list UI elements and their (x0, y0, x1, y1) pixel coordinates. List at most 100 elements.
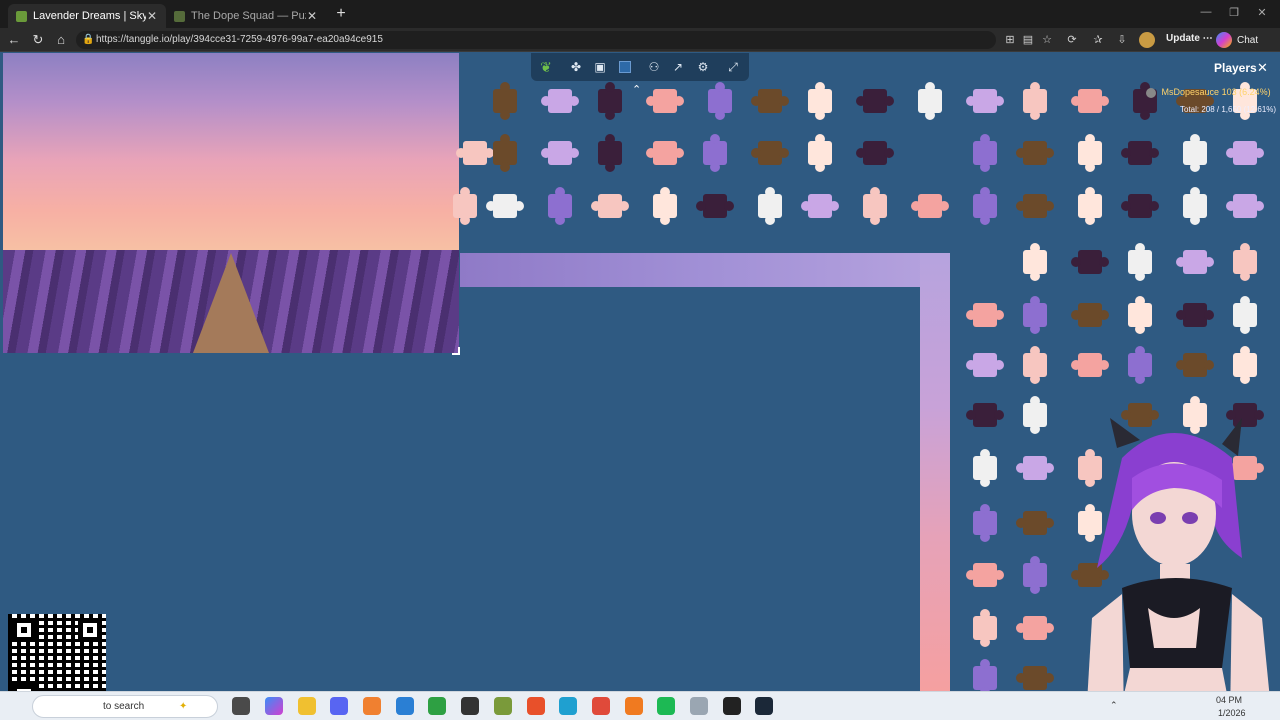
puzzle-piece[interactable] (751, 141, 789, 165)
puzzle-piece[interactable] (1023, 243, 1047, 281)
puzzle-piece[interactable] (1176, 250, 1214, 274)
puzzle-piece[interactable] (1128, 296, 1152, 334)
puzzle-piece[interactable] (1128, 243, 1152, 281)
settings-gear-icon[interactable]: ⚙ (694, 58, 712, 76)
refresh-icon[interactable]: ↻ (30, 32, 46, 48)
extensions-icon[interactable]: ⟳ (1065, 33, 1079, 47)
discord-icon[interactable] (330, 697, 348, 715)
puzzle-piece[interactable] (541, 89, 579, 113)
puzzle-piece[interactable] (1176, 303, 1214, 327)
puzzle-piece[interactable] (653, 187, 677, 225)
favorites-icon[interactable]: ✰ (1091, 33, 1105, 47)
url-field[interactable]: 🔒 https://tanggle.io/play/394cce31-7259-… (76, 31, 996, 49)
puzzle-piece[interactable] (1176, 353, 1214, 377)
close-players-icon[interactable]: ✕ (1257, 60, 1268, 76)
puzzle-piece[interactable] (966, 303, 1004, 327)
puzzle-piece[interactable] (751, 89, 789, 113)
puzzle-piece[interactable] (1078, 134, 1102, 172)
puzzle-piece[interactable] (808, 134, 832, 172)
brave-icon[interactable] (527, 697, 545, 715)
puzzle-piece[interactable] (856, 89, 894, 113)
puzzle-piece[interactable] (541, 141, 579, 165)
puzzle-piece[interactable] (703, 134, 727, 172)
puzzle-piece[interactable] (1121, 194, 1159, 218)
puzzle-piece[interactable] (1016, 666, 1054, 690)
puzzle-piece[interactable] (493, 82, 517, 120)
puzzle-piece[interactable] (973, 449, 997, 487)
puzzle-piece[interactable] (1233, 346, 1257, 384)
puzzle-piece[interactable] (1016, 616, 1054, 640)
puzzle-piece[interactable] (1071, 303, 1109, 327)
assembled-right-border[interactable] (920, 253, 950, 691)
puzzle-piece[interactable] (973, 187, 997, 225)
background-color-icon[interactable] (619, 61, 631, 73)
puzzle-piece[interactable] (801, 194, 839, 218)
puzzle-piece[interactable] (646, 89, 684, 113)
puzzle-piece[interactable] (598, 134, 622, 172)
players-icon[interactable]: ⚇ (645, 58, 663, 76)
edge-icon[interactable] (559, 697, 577, 715)
back-icon[interactable]: ← (6, 32, 22, 48)
puzzle-piece[interactable] (1071, 353, 1109, 377)
puzzle-piece[interactable] (856, 141, 894, 165)
task-view-icon[interactable] (232, 697, 250, 715)
firefox-icon[interactable] (625, 697, 643, 715)
puzzle-piece[interactable] (1128, 346, 1152, 384)
reader-icon[interactable]: ▤ (1021, 33, 1035, 47)
puzzle-piece[interactable] (1121, 141, 1159, 165)
home-icon[interactable]: ⌂ (53, 32, 69, 48)
puzzle-piece[interactable] (708, 82, 732, 120)
update-button[interactable]: Update ⋯ (1166, 33, 1213, 44)
puzzle-piece[interactable] (598, 82, 622, 120)
puzzle-piece[interactable] (966, 563, 1004, 587)
app-icon[interactable] (363, 697, 381, 715)
close-window-icon[interactable]: ✕ (1252, 6, 1272, 19)
puzzle-piece[interactable] (1233, 243, 1257, 281)
puzzle-piece[interactable] (1016, 511, 1054, 535)
taskbar-search[interactable]: to search ✦ (32, 695, 218, 718)
preview-resize-handle[interactable] (452, 347, 460, 355)
puzzle-piece[interactable] (486, 194, 524, 218)
puzzle-piece[interactable] (456, 141, 494, 165)
minimize-icon[interactable]: — (1196, 6, 1216, 18)
puzzle-piece[interactable] (548, 187, 572, 225)
chat-button[interactable]: Chat (1216, 32, 1258, 48)
puzzle-piece[interactable] (591, 194, 629, 218)
file-explorer-icon[interactable] (298, 697, 316, 715)
puzzle-piece[interactable] (1023, 396, 1047, 434)
puzzle-piece[interactable] (863, 187, 887, 225)
store-icon[interactable] (396, 697, 414, 715)
close-tab-icon[interactable]: ✕ (146, 9, 158, 23)
puzzle-piece[interactable] (493, 134, 517, 172)
assembled-top-border[interactable] (460, 253, 950, 287)
puzzle-piece[interactable] (1071, 250, 1109, 274)
puzzle-piece[interactable] (1183, 187, 1207, 225)
puzzle-piece[interactable] (1016, 194, 1054, 218)
puzzle-piece[interactable] (1226, 141, 1264, 165)
puzzle-piece[interactable] (696, 194, 734, 218)
puzzle-piece[interactable] (1016, 456, 1054, 480)
puzzle-piece[interactable] (966, 89, 1004, 113)
steam-icon[interactable] (755, 697, 773, 715)
puzzle-piece[interactable] (973, 504, 997, 542)
reference-image[interactable] (3, 53, 459, 353)
puzzle-piece[interactable] (808, 82, 832, 120)
collapse-toolbar-icon[interactable]: ⌃ (632, 83, 641, 96)
apps-icon[interactable]: ⊞ (1003, 33, 1017, 47)
puzzle-piece[interactable] (646, 141, 684, 165)
h-app-icon[interactable] (428, 697, 446, 715)
puzzle-piece[interactable] (1226, 194, 1264, 218)
leaf-icon[interactable]: ❦ (537, 58, 555, 76)
puzzle-piece[interactable] (918, 82, 942, 120)
app-green-icon[interactable] (494, 697, 512, 715)
tray-chevron-icon[interactable]: ⌃ (1110, 700, 1118, 711)
puzzle-piece[interactable] (973, 659, 997, 691)
tab-lavender-dreams[interactable]: Lavender Dreams | Sky Jigsaw ✕ (8, 4, 166, 28)
image-icon[interactable]: ▣ (591, 58, 609, 76)
puzzle-piece[interactable] (973, 609, 997, 647)
chrome-icon[interactable] (592, 697, 610, 715)
puzzle-piece-icon[interactable]: ✤ (567, 58, 585, 76)
puzzle-piece[interactable] (966, 403, 1004, 427)
obs-icon[interactable] (461, 697, 479, 715)
fullscreen-icon[interactable]: ⤢ (724, 58, 742, 76)
